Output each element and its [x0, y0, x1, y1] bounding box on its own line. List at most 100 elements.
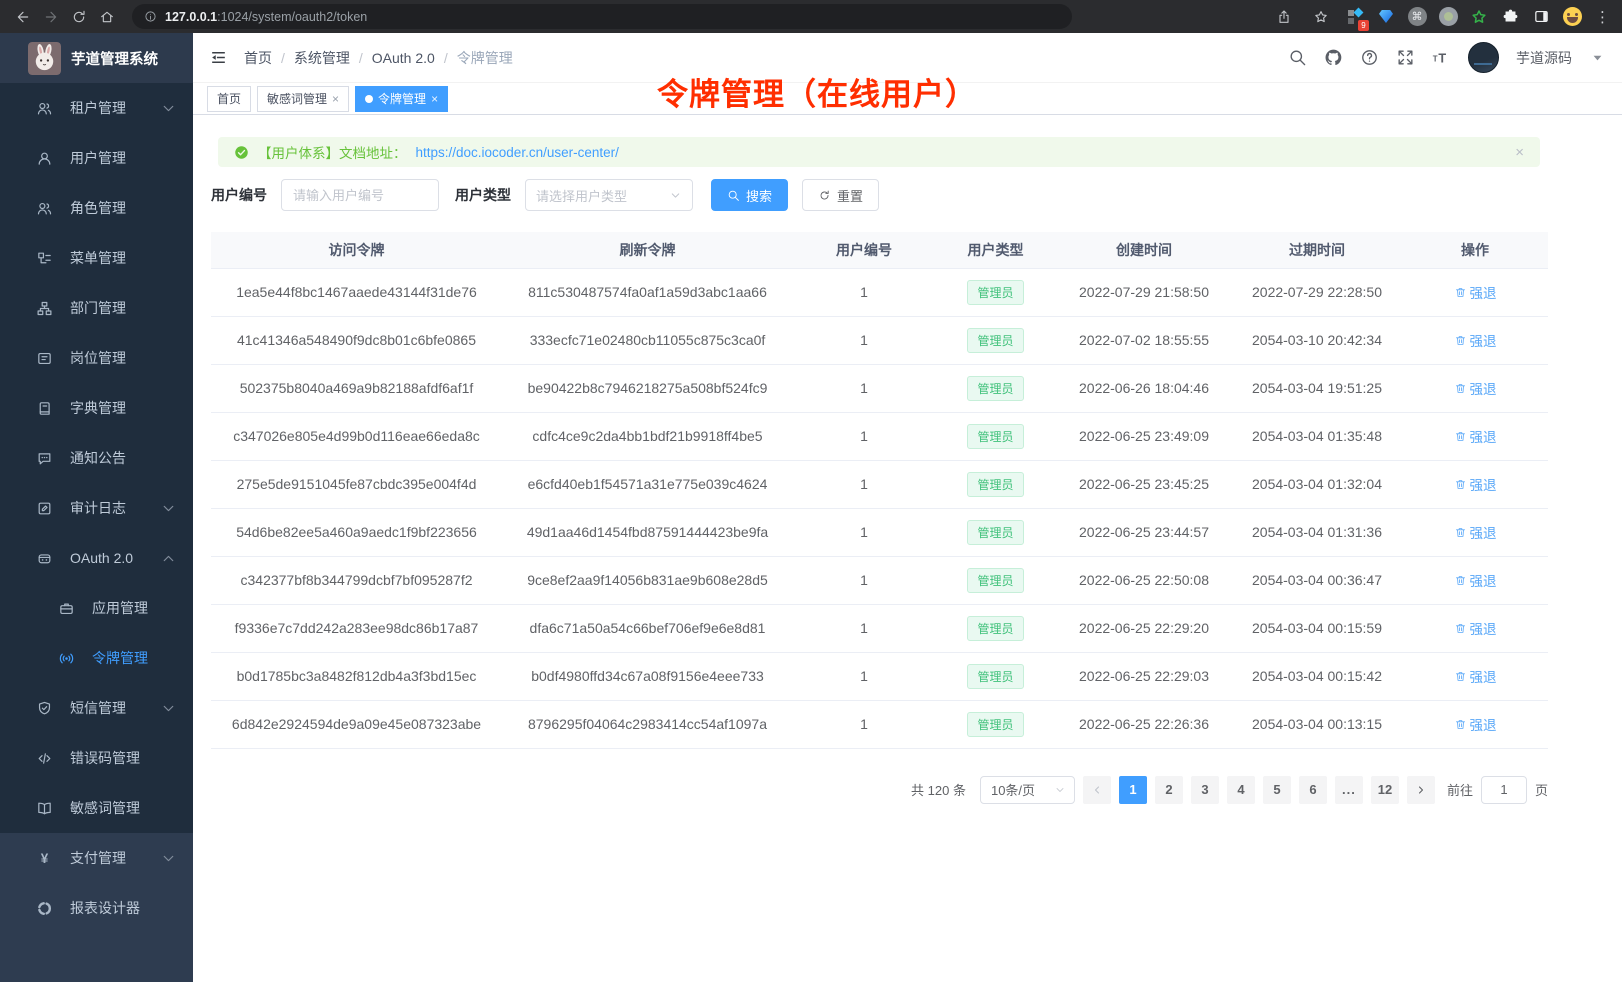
side-panel-button[interactable] — [1531, 7, 1551, 27]
sidebar-item-menu[interactable]: 菜单管理 — [0, 233, 193, 283]
sidebar-item-oauth2[interactable]: OAuth 2.0 — [0, 533, 193, 583]
bookmark-button[interactable] — [1308, 4, 1334, 30]
tab-sensitive-word[interactable]: 敏感词管理× — [257, 86, 349, 112]
sidebar-item-post[interactable]: 岗位管理 — [0, 333, 193, 383]
page-size-select[interactable]: 10条/页 — [980, 776, 1075, 804]
user-caret-down-icon[interactable] — [1589, 49, 1606, 66]
user-name[interactable]: 芋道源码 — [1516, 48, 1572, 68]
force-logout-link[interactable]: 强退 — [1454, 426, 1497, 446]
goto-page-input[interactable] — [1481, 776, 1527, 804]
sidebar-item-dict[interactable]: 字典管理 — [0, 383, 193, 433]
tab-token[interactable]: 令牌管理× — [355, 86, 448, 112]
table-row: 41c41346a548490f9dc8b01c6bfe0865333ecfc7… — [211, 316, 1548, 364]
cell-actions: 强退 — [1402, 604, 1548, 652]
site-info-icon[interactable] — [144, 10, 157, 23]
browser-forward-button[interactable] — [38, 4, 64, 30]
extension-star-button[interactable] — [1469, 7, 1489, 27]
sidebar-item-user[interactable]: 用户管理 — [0, 133, 193, 183]
trash-icon — [1454, 286, 1467, 299]
cell-created-time: 2022-06-25 23:49:09 — [1056, 412, 1232, 460]
reset-button[interactable]: 重置 — [802, 179, 879, 211]
pagination: 共 120 条 10条/页 123456...12 前往 页 — [211, 776, 1548, 804]
force-logout-link[interactable]: 强退 — [1454, 474, 1497, 494]
doc-link[interactable]: https://doc.iocoder.cn/user-center/ — [416, 145, 619, 160]
treetable-icon — [36, 250, 53, 267]
browser-home-button[interactable] — [94, 4, 120, 30]
browser-back-button[interactable] — [10, 4, 36, 30]
pagination-page-5[interactable]: 5 — [1263, 776, 1291, 804]
extension-command-button[interactable]: ⌘ — [1407, 7, 1427, 27]
browser-reload-button[interactable] — [66, 4, 92, 30]
sidebar-menu-bottom: 支付管理报表设计器 — [0, 833, 193, 982]
breadcrumb-item[interactable]: 首页 — [244, 48, 272, 68]
extension-grid-button[interactable]: 9 — [1345, 7, 1365, 27]
force-logout-link[interactable]: 强退 — [1454, 282, 1497, 302]
help-button[interactable] — [1360, 48, 1379, 67]
breadcrumb-item[interactable]: OAuth 2.0 — [372, 50, 435, 66]
sidebar-item-role[interactable]: 角色管理 — [0, 183, 193, 233]
user-avatar[interactable] — [1468, 42, 1499, 73]
sidebar-item-error-code[interactable]: 错误码管理 — [0, 733, 193, 783]
sidebar-item-notice[interactable]: 通知公告 — [0, 433, 193, 483]
pagination-page-1[interactable]: 1 — [1119, 776, 1147, 804]
github-link[interactable] — [1324, 48, 1343, 67]
profile-avatar-button[interactable] — [1562, 7, 1582, 27]
pagination-next-button[interactable] — [1407, 776, 1435, 804]
pagination-prev-button[interactable] — [1083, 776, 1111, 804]
table-row: 502375b8040a469a9b82188afdf6af1fbe90422b… — [211, 364, 1548, 412]
force-logout-link[interactable]: 强退 — [1454, 522, 1497, 542]
pagination-ellipsis[interactable]: ... — [1335, 776, 1363, 804]
pagination-page-3[interactable]: 3 — [1191, 776, 1219, 804]
sidebar-item-tenant[interactable]: 租户管理 — [0, 83, 193, 133]
force-logout-link[interactable]: 强退 — [1454, 618, 1497, 638]
force-logout-link[interactable]: 强退 — [1454, 714, 1497, 734]
force-logout-link[interactable]: 强退 — [1454, 378, 1497, 398]
active-dot — [365, 95, 373, 103]
sidebar-item-sms[interactable]: 短信管理 — [0, 683, 193, 733]
header-search-button[interactable] — [1288, 48, 1307, 67]
sidebar-item-oauth2-application[interactable]: 应用管理 — [0, 583, 193, 633]
chevron-right-icon — [1415, 784, 1427, 796]
close-icon[interactable]: × — [431, 92, 438, 106]
refresh-icon — [818, 189, 831, 202]
sidebar-item-pay[interactable]: 支付管理 — [0, 833, 193, 883]
fullscreen-button[interactable] — [1396, 48, 1415, 67]
user-type-select[interactable]: 请选择用户类型 — [525, 179, 693, 211]
cell-refresh-token: dfa6c71a50a54c66bef706ef9e6e8d81 — [502, 604, 793, 652]
search-form: 用户编号 用户类型 请选择用户类型 搜索 重置 — [211, 179, 1548, 211]
app-icon — [58, 600, 75, 617]
breadcrumb-item[interactable]: 系统管理 — [294, 48, 350, 68]
alert-close-icon[interactable]: × — [1515, 144, 1524, 161]
close-icon[interactable]: × — [332, 92, 339, 106]
search-icon — [1288, 48, 1307, 67]
extension-record-button[interactable] — [1438, 7, 1458, 27]
force-logout-link[interactable]: 强退 — [1454, 330, 1497, 350]
force-logout-link[interactable]: 强退 — [1454, 570, 1497, 590]
share-button[interactable] — [1271, 4, 1297, 30]
force-logout-link[interactable]: 强退 — [1454, 666, 1497, 686]
font-size-button[interactable] — [1432, 48, 1451, 67]
sidebar-item-oauth2-token[interactable]: 令牌管理 — [0, 633, 193, 683]
search-button[interactable]: 搜索 — [711, 179, 788, 211]
pagination-page-12[interactable]: 12 — [1371, 776, 1399, 804]
sidebar-collapse-button[interactable] — [209, 48, 228, 67]
app-logo[interactable]: 芋道管理系统 — [0, 33, 193, 83]
user-id-input[interactable] — [281, 179, 439, 211]
cell-user-type: 管理员 — [935, 604, 1056, 652]
cell-actions: 强退 — [1402, 316, 1548, 364]
pagination-page-6[interactable]: 6 — [1299, 776, 1327, 804]
pagination-page-2[interactable]: 2 — [1155, 776, 1183, 804]
sidebar-item-report-designer[interactable]: 报表设计器 — [0, 883, 193, 933]
chart-icon — [36, 900, 53, 917]
cell-expire-time: 2054-03-04 01:31:36 — [1232, 508, 1402, 556]
extensions-puzzle-button[interactable] — [1500, 7, 1520, 27]
sidebar-item-sensitive-word[interactable]: 敏感词管理 — [0, 783, 193, 833]
pagination-page-4[interactable]: 4 — [1227, 776, 1255, 804]
browser-menu-button[interactable]: ⋮ — [1593, 8, 1612, 26]
sidebar-item-audit-log[interactable]: 审计日志 — [0, 483, 193, 533]
address-bar[interactable]: 127.0.0.1:1024/system/oauth2/token — [132, 4, 1072, 29]
tab-home[interactable]: 首页 — [207, 86, 251, 112]
sidebar-item-dept[interactable]: 部门管理 — [0, 283, 193, 333]
extension-gem-button[interactable] — [1376, 7, 1396, 27]
chevron-down-icon — [669, 189, 682, 202]
